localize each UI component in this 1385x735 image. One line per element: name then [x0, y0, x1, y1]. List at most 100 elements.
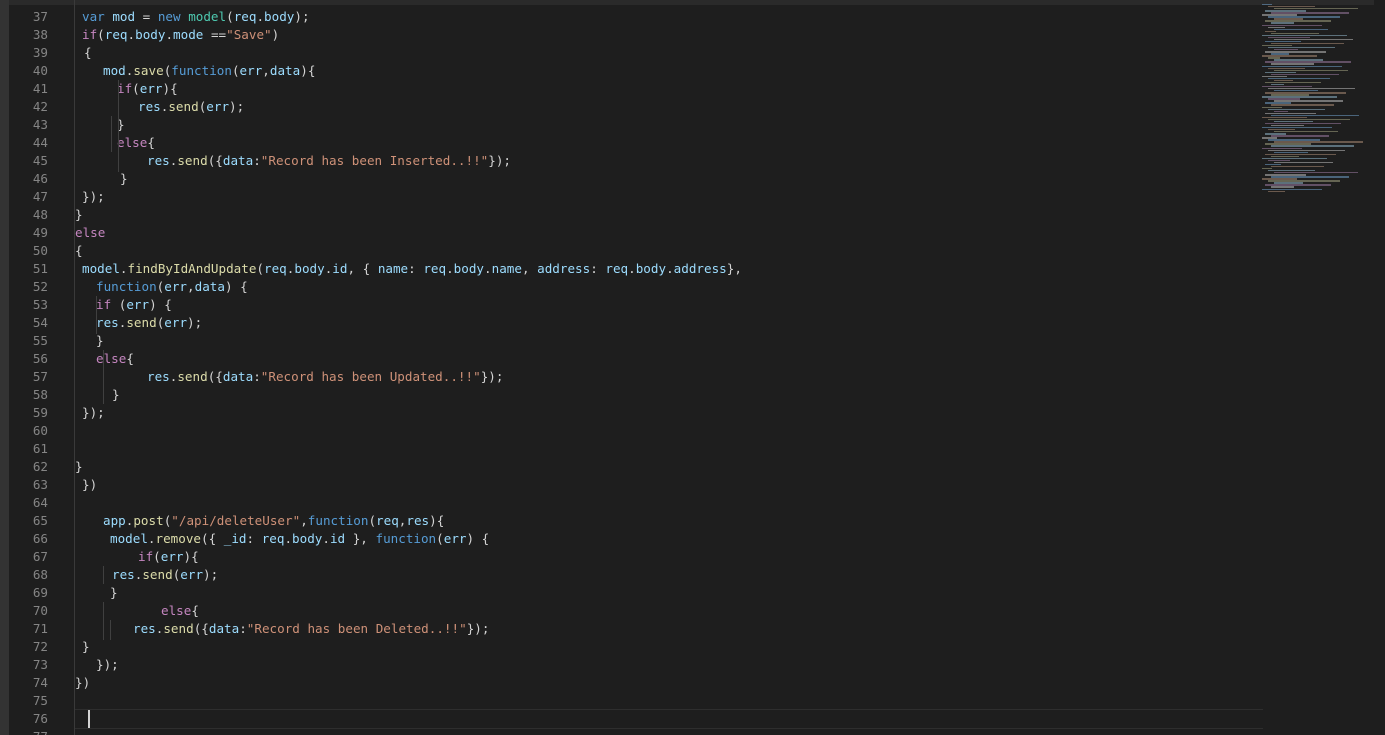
code-token: function	[96, 279, 157, 294]
code-line[interactable]: }	[75, 206, 83, 224]
code-area[interactable]: var mod = new model(req.body); if(req.bod…	[74, 0, 1260, 735]
code-token: send	[168, 99, 199, 114]
code-line[interactable]: });	[82, 404, 105, 422]
code-token: if	[82, 27, 98, 42]
code-token: address	[537, 261, 591, 276]
code-line[interactable]: if(req.body.mode =="Save")	[82, 26, 279, 44]
code-line[interactable]: }	[110, 584, 118, 602]
vertical-scrollbar[interactable]	[1374, 0, 1385, 735]
code-token: });	[480, 369, 504, 384]
line-number[interactable]: 71	[8, 620, 48, 638]
code-line[interactable]: })	[75, 674, 90, 692]
code-line[interactable]: if (err) {	[96, 296, 172, 314]
code-token: });	[466, 621, 490, 636]
code-line[interactable]: res.send({data:"Record has been Inserted…	[147, 152, 511, 170]
code-editor[interactable]: 37 38 39 40 41 42 43 44 45 46 47 48 49 50 51 52 53 54 55 56…	[0, 0, 1385, 735]
line-number[interactable]: 44	[8, 134, 48, 152]
line-number[interactable]: 38	[8, 26, 48, 44]
line-number[interactable]: 63	[8, 476, 48, 494]
line-number[interactable]: 54	[8, 314, 48, 332]
line-number[interactable]: 51	[8, 260, 48, 278]
code-line[interactable]: res.send({data:"Record has been Deleted.…	[133, 620, 489, 638]
line-number[interactable]: 61	[8, 440, 48, 458]
code-line[interactable]: });	[82, 188, 105, 206]
code-token: .	[127, 27, 136, 42]
code-line[interactable]: });	[96, 656, 119, 674]
line-number[interactable]: 60	[8, 422, 48, 440]
line-number[interactable]: 70	[8, 602, 48, 620]
line-number[interactable]: 73	[8, 656, 48, 674]
code-token: "Record has been Updated..!!"	[260, 369, 481, 384]
line-number[interactable]: 56	[8, 350, 48, 368]
code-line[interactable]: if(err){	[138, 548, 199, 566]
code-token: res	[96, 315, 119, 330]
line-number[interactable]: 41	[8, 80, 48, 98]
code-token: "Record has been Inserted..!!"	[260, 153, 489, 168]
code-line[interactable]: res.send(err);	[138, 98, 244, 116]
line-number[interactable]: 42	[8, 98, 48, 116]
code-line[interactable]: else	[75, 224, 105, 242]
line-number[interactable]: 76	[8, 710, 48, 728]
code-line[interactable]: mod.save(function(err,data){	[103, 62, 315, 80]
code-token: }	[75, 459, 83, 474]
code-line[interactable]: app.post("/api/deleteUser",function(req,…	[103, 512, 444, 530]
line-number[interactable]: 74	[8, 674, 48, 692]
code-line[interactable]: {	[75, 242, 83, 260]
line-number[interactable]: 59	[8, 404, 48, 422]
code-token: });	[82, 189, 105, 204]
code-line[interactable]: }	[82, 638, 90, 656]
code-line[interactable]: }	[75, 458, 83, 476]
code-line[interactable]: {	[84, 44, 92, 62]
minimap[interactable]	[1262, 0, 1372, 735]
code-line[interactable]: }	[120, 170, 128, 188]
code-line[interactable]: var mod = new model(req.body);	[82, 8, 310, 26]
line-number[interactable]: 77	[8, 728, 48, 735]
line-number[interactable]: 75	[8, 692, 48, 710]
line-number[interactable]: 65	[8, 512, 48, 530]
line-number[interactable]: 64	[8, 494, 48, 512]
line-number[interactable]: 47	[8, 188, 48, 206]
line-number[interactable]: 57	[8, 368, 48, 386]
code-token: ,	[300, 513, 308, 528]
code-line[interactable]: })	[82, 476, 97, 494]
line-number[interactable]: 67	[8, 548, 48, 566]
code-line[interactable]: else{	[96, 350, 134, 368]
code-token: body	[292, 531, 323, 546]
line-number[interactable]: 49	[8, 224, 48, 242]
line-number[interactable]: 39	[8, 44, 48, 62]
line-number[interactable]: 72	[8, 638, 48, 656]
code-line[interactable]: res.send(err);	[112, 566, 218, 584]
line-number[interactable]: 69	[8, 584, 48, 602]
line-number[interactable]: 53	[8, 296, 48, 314]
line-number[interactable]: 48	[8, 206, 48, 224]
line-number-gutter[interactable]: 37 38 39 40 41 42 43 44 45 46 47 48 49 50 51 52 53 54 55 56…	[9, 0, 53, 735]
line-number[interactable]: 52	[8, 278, 48, 296]
code-line[interactable]: res.send({data:"Record has been Updated.…	[147, 368, 503, 386]
code-line[interactable]: if(err){	[117, 80, 178, 98]
code-token: res	[138, 99, 161, 114]
line-number[interactable]: 55	[8, 332, 48, 350]
code-token: _id	[223, 531, 247, 546]
line-number[interactable]: 62	[8, 458, 48, 476]
code-line[interactable]: model.remove({ _id: req.body.id }, funct…	[110, 530, 489, 548]
line-number[interactable]: 66	[8, 530, 48, 548]
code-line[interactable]: }	[96, 332, 104, 350]
code-line[interactable]: function(err,data) {	[96, 278, 248, 296]
code-line[interactable]: else{	[117, 134, 155, 152]
line-number[interactable]: 43	[8, 116, 48, 134]
code-line[interactable]: res.send(err);	[96, 314, 202, 332]
line-number[interactable]: 58	[8, 386, 48, 404]
code-token: },	[345, 531, 376, 546]
code-line[interactable]: model.findByIdAndUpdate(req.body.id, { n…	[82, 260, 742, 278]
code-token: ({	[207, 153, 223, 168]
line-number[interactable]: 45	[8, 152, 48, 170]
line-number[interactable]: 40	[8, 62, 48, 80]
line-number[interactable]: 46	[8, 170, 48, 188]
code-line[interactable]: }	[112, 386, 120, 404]
line-number[interactable]: 37	[8, 8, 48, 26]
line-number[interactable]: 50	[8, 242, 48, 260]
line-number[interactable]: 68	[8, 566, 48, 584]
code-line[interactable]: else{	[161, 602, 199, 620]
code-token: );	[203, 567, 219, 582]
code-token: res	[112, 567, 135, 582]
